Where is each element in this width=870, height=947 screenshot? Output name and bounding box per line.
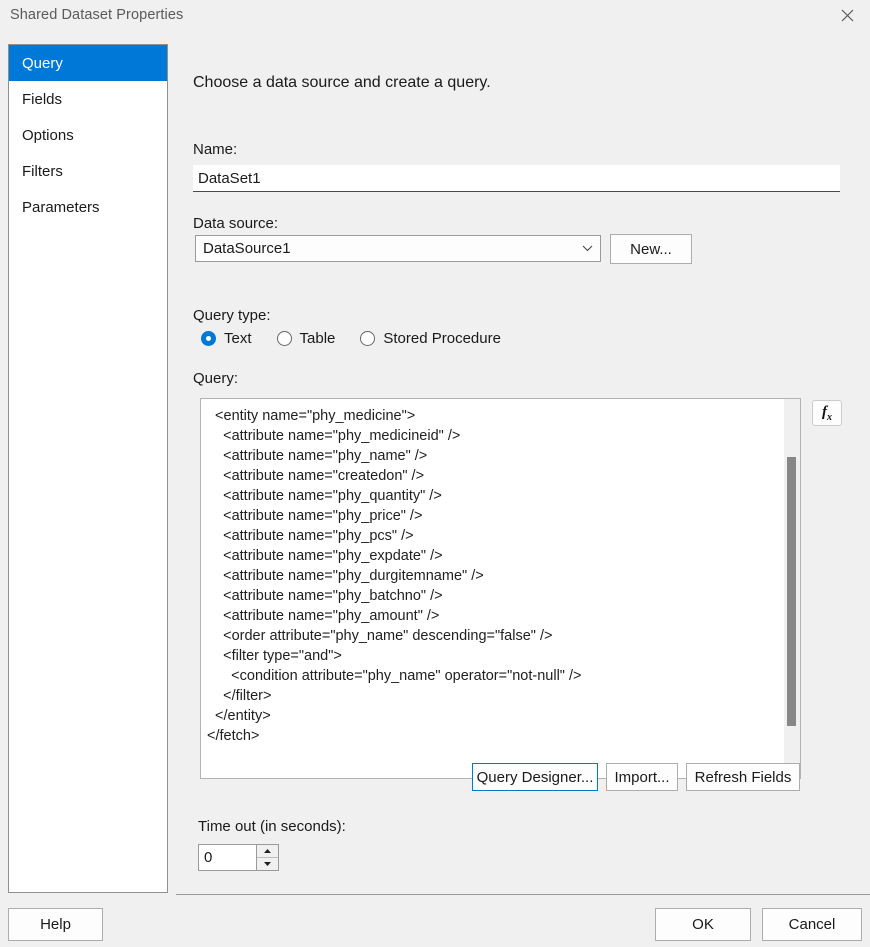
radio-text-label: Text [224, 330, 252, 347]
query-type-radio-group: Text Table Stored Procedure [201, 330, 526, 347]
timeout-input[interactable] [199, 845, 256, 870]
chevron-down-icon [574, 245, 600, 252]
radio-stored-procedure[interactable]: Stored Procedure [360, 330, 501, 347]
sidebar: Query Fields Options Filters Parameters [8, 44, 168, 893]
close-button[interactable] [824, 0, 870, 30]
expression-button[interactable]: fx [812, 400, 842, 426]
query-label: Query: [193, 370, 239, 387]
query-type-label: Query type: [193, 307, 271, 324]
new-data-source-button[interactable]: New... [610, 234, 692, 264]
sidebar-item-label: Filters [22, 162, 63, 180]
ok-button[interactable]: OK [655, 908, 751, 941]
sidebar-item-filters[interactable]: Filters [9, 153, 167, 189]
close-icon [841, 9, 853, 21]
data-source-label: Data source: [193, 215, 279, 232]
radio-indicator-icon [360, 331, 376, 346]
radio-indicator-icon [276, 331, 292, 346]
caret-up-icon [264, 849, 271, 853]
name-label: Name: [193, 141, 238, 158]
radio-stored-procedure-label: Stored Procedure [383, 330, 501, 347]
radio-indicator-icon [201, 331, 216, 346]
query-text[interactable]: <entity name="phy_medicine"> <attribute … [201, 399, 784, 778]
import-button[interactable]: Import... [606, 763, 678, 791]
radio-table[interactable]: Table [276, 330, 336, 347]
sidebar-item-label: Options [22, 126, 74, 144]
stepper-up-button[interactable] [257, 845, 278, 858]
name-input[interactable] [193, 165, 840, 192]
query-scrollbar[interactable] [784, 399, 800, 778]
sidebar-item-parameters[interactable]: Parameters [9, 189, 167, 225]
window-title: Shared Dataset Properties [10, 7, 184, 23]
sidebar-item-fields[interactable]: Fields [9, 81, 167, 117]
sidebar-item-label: Query [22, 54, 63, 72]
stepper-arrows [256, 845, 278, 870]
page-title: Choose a data source and create a query. [193, 74, 491, 91]
query-scrollbar-thumb[interactable] [787, 457, 796, 726]
timeout-stepper[interactable] [198, 844, 279, 871]
sidebar-item-options[interactable]: Options [9, 117, 167, 153]
help-button[interactable]: Help [8, 908, 103, 941]
sidebar-item-label: Parameters [22, 198, 100, 216]
refresh-fields-button[interactable]: Refresh Fields [686, 763, 800, 791]
main-panel: Choose a data source and create a query.… [176, 30, 870, 895]
cancel-button[interactable]: Cancel [762, 908, 862, 941]
data-source-value: DataSource1 [203, 240, 291, 257]
sidebar-item-query[interactable]: Query [9, 45, 167, 81]
stepper-down-button[interactable] [257, 858, 278, 870]
timeout-label: Time out (in seconds): [198, 818, 346, 835]
radio-table-label: Table [299, 330, 336, 347]
sidebar-item-label: Fields [22, 90, 63, 108]
query-editor[interactable]: <entity name="phy_medicine"> <attribute … [200, 398, 801, 779]
title-bar: Shared Dataset Properties [0, 0, 870, 30]
fx-icon: fx [822, 403, 832, 423]
data-source-select[interactable]: DataSource1 [195, 235, 601, 262]
caret-down-icon [264, 862, 271, 866]
query-designer-button[interactable]: Query Designer... [472, 763, 598, 791]
radio-text[interactable]: Text [201, 330, 252, 347]
